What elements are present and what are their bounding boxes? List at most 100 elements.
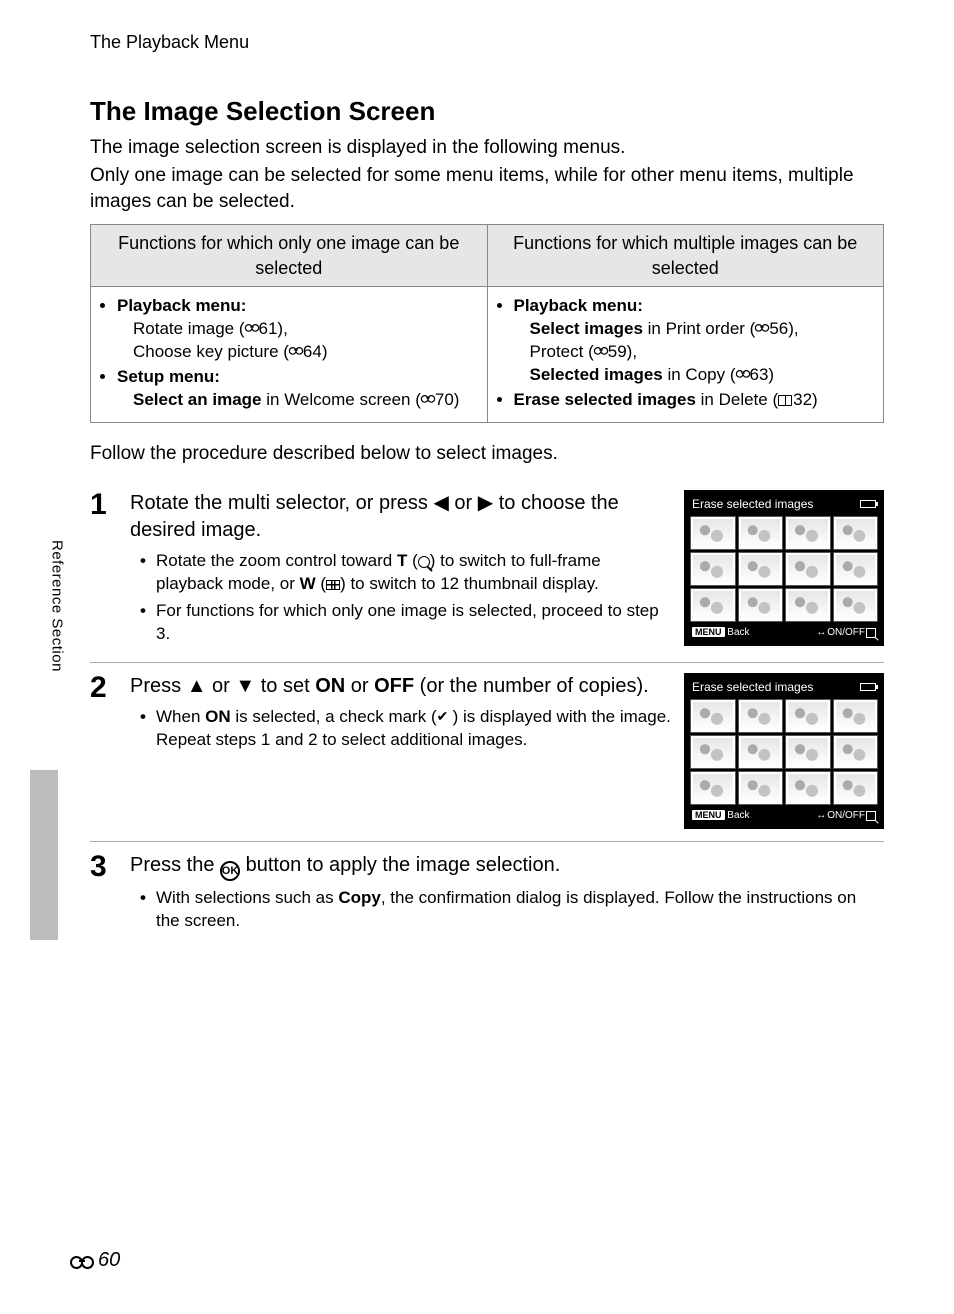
playback-menu-label-r: Playback menu: <box>514 296 643 315</box>
select-image-rest: in Welcome screen ( <box>262 390 421 409</box>
thumbnail <box>690 771 736 805</box>
thumbnail <box>785 735 831 769</box>
protect-ref: 59), <box>608 342 637 361</box>
intro-line-1: The image selection screen is displayed … <box>90 135 884 161</box>
w-label: W <box>300 574 316 593</box>
playback-menu-label: Playback menu: <box>117 296 246 315</box>
magnify-icon <box>418 556 430 568</box>
b1-mid1: ( <box>407 551 417 570</box>
selected-images-ref: 63) <box>750 365 775 384</box>
thumbnail <box>785 699 831 733</box>
thumbnail-grid <box>688 514 880 624</box>
step-2-head-pre: Press <box>130 675 187 697</box>
ok-button-icon: OK <box>220 861 240 881</box>
thumbnail <box>833 552 879 586</box>
protect-text: Protect ( <box>530 342 594 361</box>
setup-menu-label: Setup menu: <box>117 367 220 386</box>
table-cell-right: Playback menu: Select images in Print or… <box>487 286 884 422</box>
step-3-heading: Press the OK button to apply the image s… <box>130 852 884 881</box>
select-image-bold: Select an image <box>133 390 262 409</box>
reference-icon <box>289 346 303 354</box>
book-icon <box>778 395 792 406</box>
intro-text: The image selection screen is displayed … <box>90 135 884 214</box>
step-2-head-mid: or <box>206 675 235 697</box>
follow-text: Follow the procedure described below to … <box>90 441 884 467</box>
step-2-heading: Press ▲ or ▼ to set ON or OFF (or the nu… <box>130 673 672 700</box>
copy-label: Copy <box>338 888 381 907</box>
thumbnail <box>738 552 784 586</box>
erase-images-rest: in Delete ( <box>696 390 778 409</box>
key-picture-ref: 64) <box>303 342 328 361</box>
b1-pre: Rotate the zoom control toward <box>156 551 397 570</box>
up-triangle-icon: ▲ <box>187 675 207 697</box>
menu-badge: MENU <box>692 627 725 637</box>
step-1-bullet-1: Rotate the zoom control toward T () to s… <box>140 550 672 596</box>
or-label: or <box>345 675 374 697</box>
thumbnail <box>738 771 784 805</box>
nav-arrow-icon: ↔ <box>816 809 826 823</box>
thumbnail <box>785 552 831 586</box>
b3-pre: With selections such as <box>156 888 338 907</box>
intro-line-2: Only one image can be selected for some … <box>90 163 884 214</box>
step-1: 1 Rotate the multi selector, or press ◀ … <box>90 480 884 663</box>
step-2-bullet-1: When ON is selected, a check mark () is … <box>140 706 672 752</box>
select-images-bold: Select images <box>530 319 643 338</box>
side-tab-marker <box>30 770 58 940</box>
b1-mid3: ( <box>316 574 326 593</box>
breadcrumb: The Playback Menu <box>90 30 884 54</box>
step-2-head-post1: to set <box>255 675 315 697</box>
off-label: OFF <box>374 675 414 697</box>
on-label: ON <box>315 675 345 697</box>
selected-images-bold: Selected images <box>530 365 663 384</box>
zoom-icon <box>866 628 876 638</box>
menu-badge: MENU <box>692 810 725 820</box>
thumbnail <box>785 516 831 550</box>
table-header-left: Functions for which only one image can b… <box>91 225 488 287</box>
erase-images-ref: 32) <box>793 390 818 409</box>
thumbnail <box>690 699 736 733</box>
thumbnail <box>738 516 784 550</box>
thumbnail <box>833 771 879 805</box>
screen-1-title: Erase selected images <box>692 496 813 512</box>
down-triangle-icon: ▼ <box>235 675 255 697</box>
b2-pre: When <box>156 707 205 726</box>
thumbnail <box>833 516 879 550</box>
zoom-icon <box>866 811 876 821</box>
thumbnail <box>738 735 784 769</box>
rotate-image-ref: 61), <box>259 319 288 338</box>
camera-screen-1: Erase selected images MENU Back ↔ON/OFF <box>684 490 884 646</box>
t-label: T <box>397 551 407 570</box>
thumbnail <box>738 588 784 622</box>
step-3-head-pre: Press the <box>130 854 220 876</box>
camera-screen-2: Erase selected images MENU Back ↔ON/OFF <box>684 673 884 829</box>
select-images-rest: in Print order ( <box>643 319 755 338</box>
reference-icon <box>421 394 435 402</box>
thumbnail-grid <box>688 697 880 807</box>
thumbnail <box>690 516 736 550</box>
table-row: Playback menu: Rotate image (61), Choose… <box>91 286 884 422</box>
thumbnail <box>833 699 879 733</box>
side-tab-label: Reference Section <box>46 540 66 672</box>
b2-mid: is selected, a check mark ( <box>231 707 437 726</box>
step-3-bullet-1: With selections such as Copy, the confir… <box>140 887 884 933</box>
key-picture-text: Choose key picture ( <box>133 342 289 361</box>
page-number: 60 <box>70 1247 120 1274</box>
step-1-bullet-2: For functions for which only one image i… <box>140 600 672 646</box>
step-1-heading: Rotate the multi selector, or press ◀ or… <box>130 490 672 544</box>
page-title: The Image Selection Screen <box>90 94 884 129</box>
screen-2-title: Erase selected images <box>692 679 813 695</box>
thumbnail <box>690 588 736 622</box>
erase-images-bold: Erase selected images <box>514 390 696 409</box>
step-number: 3 <box>90 852 118 882</box>
checkmark-icon <box>437 711 453 723</box>
right-triangle-icon: ▶ <box>478 492 493 514</box>
step-number: 2 <box>90 673 118 703</box>
left-triangle-icon: ◀ <box>433 492 448 514</box>
reference-icon <box>70 1253 94 1269</box>
functions-table: Functions for which only one image can b… <box>90 224 884 422</box>
back-label: Back <box>727 627 749 638</box>
battery-icon <box>860 500 876 508</box>
thumbnail <box>738 699 784 733</box>
step-2: 2 Press ▲ or ▼ to set ON or OFF (or the … <box>90 663 884 842</box>
back-label: Back <box>727 810 749 821</box>
